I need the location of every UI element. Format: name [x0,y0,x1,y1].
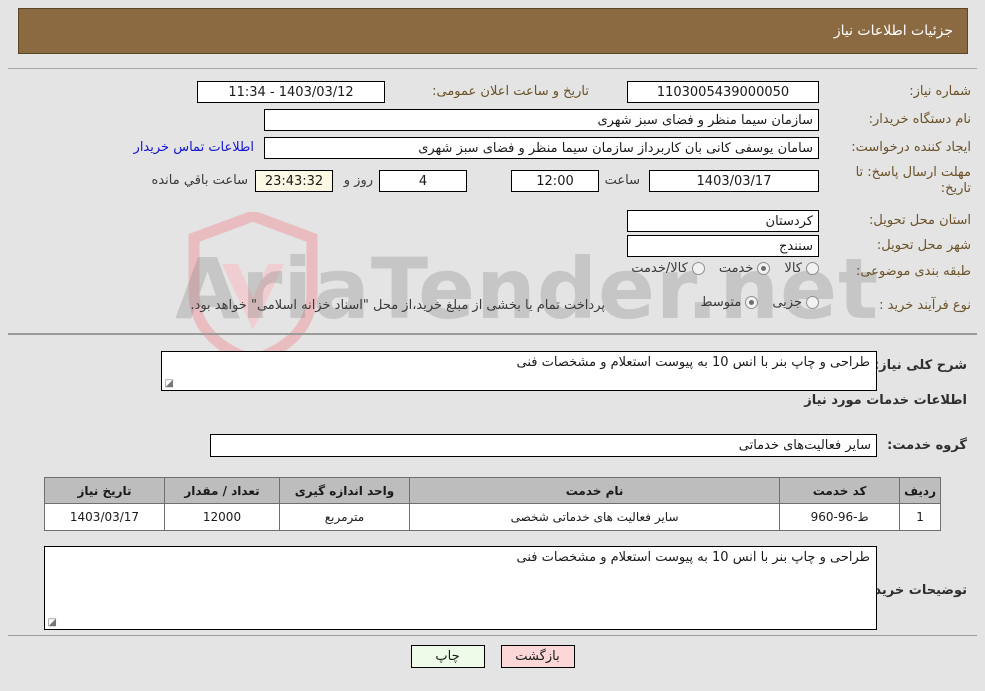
classification-radio-label-2: کالا/خدمت [631,261,688,276]
process-radio-label-1: متوسط [700,295,742,310]
back-button[interactable]: بازگشت [500,645,575,668]
summary-label: شرح کلی نیاز: [873,358,967,373]
page-title: جزئیات اطلاعات نیاز [18,8,968,54]
cell-need-date: 1403/03/17 [44,503,165,531]
cell-service-name: سایر فعالیت های خدماتی شخصی [408,503,781,531]
cell-quantity: 12000 [164,503,280,531]
page-root: AriaTender.net جزئیات اطلاعات نیاز شماره… [0,0,985,691]
classification-option-0[interactable]: کالا [770,261,819,276]
classification-radio-1[interactable] [757,262,771,275]
cell-service-code: ط-96-960 [779,503,901,531]
deadline-date-value: 1403/03/17 [649,170,819,192]
summary-textarea[interactable]: طراحی و چاپ بنر با انس 10 به پیوست استعل… [161,351,877,391]
cell-unit: مترمربع [279,503,410,531]
services-table: ردیف کد خدمت نام خدمت واحد اندازه گیری ت… [44,477,941,531]
resize-grip-icon[interactable]: ◪ [47,618,57,628]
remaining-time-label: ساعت باقي مانده [151,173,248,188]
table-header-row: ردیف کد خدمت نام خدمت واحد اندازه گیری ت… [44,477,941,504]
service-group-value: سایر فعالیت‌های خدماتی [210,434,877,457]
service-group-label: گروه خدمت: [887,438,967,453]
process-radio-1[interactable] [745,296,759,309]
announce-datetime-value: 1403/03/12 - 11:34 [197,81,385,103]
cell-row-no: 1 [899,503,941,531]
services-section-title: اطلاعات خدمات مورد نیاز [804,393,967,408]
process-option-1[interactable]: متوسط [686,295,759,310]
remaining-days-label: روز و [343,173,373,188]
classification-option-2[interactable]: کالا/خدمت [617,261,705,276]
col-service-name: نام خدمت [408,477,781,504]
process-radio-group[interactable]: جزیی متوسط [686,295,819,310]
footer-button-bar: بازگشت چاپ [0,645,985,668]
classification-radio-group[interactable]: کالا خدمت کالا/خدمت [617,261,819,276]
buyer-notes-value: طراحی و چاپ بنر با انس 10 به پیوست استعل… [516,550,870,565]
print-button[interactable]: چاپ [410,645,485,668]
resize-grip-icon[interactable]: ◪ [164,379,174,389]
treasury-note: پرداخت تمام یا بخشی از مبلغ خرید،از محل … [190,298,605,313]
classification-radio-0[interactable] [806,262,819,275]
deadline-hour-value: 12:00 [511,170,599,192]
page-title-text: جزئیات اطلاعات نیاز [833,23,953,39]
buyer-org-value: سازمان سیما منظر و فضای سبز شهری [264,109,819,131]
col-need-date: تاریخ نیاز [44,477,165,504]
city-value: سنندج [627,235,819,257]
classification-radio-label-0: کالا [784,261,802,276]
summary-value: طراحی و چاپ بنر با انس 10 به پیوست استعل… [516,355,870,370]
province-value: کردستان [627,210,819,232]
classification-option-1[interactable]: خدمت [705,261,771,276]
remaining-days-value: 4 [379,170,467,192]
process-radio-0[interactable] [806,296,819,309]
need-number-value: 1103005439000050 [627,81,819,103]
deadline-hour-label: ساعت [604,173,640,188]
process-radio-label-0: جزیی [772,295,802,310]
buyer-contact-link[interactable]: اطلاعات تماس خریدار [134,140,254,155]
table-row: 1 ط-96-960 سایر فعالیت های خدماتی شخصی م… [44,503,941,531]
col-quantity: تعداد / مقدار [164,477,280,504]
col-unit: واحد اندازه گیری [279,477,410,504]
classification-radio-2[interactable] [691,262,705,275]
buyer-notes-textarea[interactable]: طراحی و چاپ بنر با انس 10 به پیوست استعل… [44,546,877,630]
requester-value: سامان یوسفی کانی بان کاربرداز سازمان سیم… [264,137,819,159]
classification-radio-label-1: خدمت [718,261,754,276]
announce-datetime-label: تاریخ و ساعت اعلان عمومی: [432,84,589,99]
process-option-0[interactable]: جزیی [758,295,819,310]
col-service-code: کد خدمت [779,477,901,504]
remaining-time-countdown: 23:43:32 [255,170,333,192]
col-row-no: ردیف [899,477,941,504]
need-info-panel [8,68,977,334]
